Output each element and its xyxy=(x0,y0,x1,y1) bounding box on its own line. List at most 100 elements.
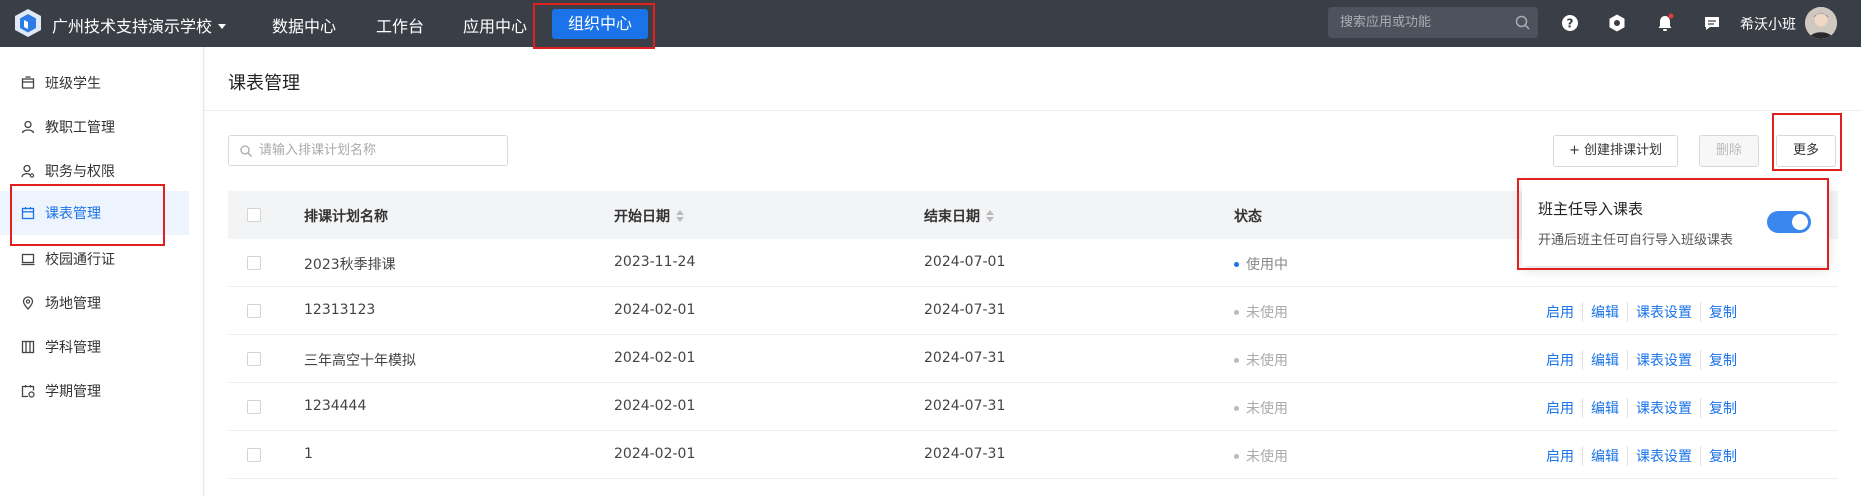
end-date: 2024-07-01 xyxy=(924,254,1006,270)
copy-link[interactable]: 复制 xyxy=(1700,350,1745,370)
message-icon[interactable] xyxy=(1702,13,1722,33)
status-dot xyxy=(1234,309,1239,315)
sidebar-item-label: 场地管理 xyxy=(45,296,101,312)
enable-link[interactable]: 启用 xyxy=(1546,350,1582,370)
enable-link[interactable]: 启用 xyxy=(1546,446,1582,466)
book-icon xyxy=(21,340,35,354)
top-bar: 广州技术支持演示学校 数据中心 工作台 应用中心 组织中心 搜索应用或功能 ? … xyxy=(0,0,1861,47)
row-checkbox[interactable] xyxy=(247,256,261,270)
schedule-settings-link[interactable]: 课表设置 xyxy=(1627,350,1700,370)
plan-name: 1234444 xyxy=(304,398,367,414)
nav-app-center[interactable]: 应用中心 xyxy=(463,13,527,37)
location-pin-icon xyxy=(22,296,34,310)
user-icon xyxy=(21,120,35,134)
help-icon[interactable]: ? xyxy=(1560,13,1580,33)
annotation-box-nav xyxy=(533,3,655,49)
edit-link[interactable]: 编辑 xyxy=(1582,350,1627,370)
global-search-input[interactable]: 搜索应用或功能 xyxy=(1328,7,1538,38)
create-plan-button[interactable]: + 创建排课计划 xyxy=(1553,135,1678,167)
status-badge: 未使用 xyxy=(1234,302,1288,322)
end-date: 2024-07-31 xyxy=(924,446,1006,462)
search-icon xyxy=(240,145,252,157)
main-panel: 课表管理 请输入排课计划名称 + 创建排课计划 删除 更多 排课计划名称 开始日… xyxy=(205,47,1861,496)
status-dot xyxy=(1234,453,1239,459)
bell-icon[interactable] xyxy=(1655,13,1675,33)
chevron-down-icon xyxy=(218,23,227,29)
svg-text:?: ? xyxy=(1567,17,1574,31)
row-actions: 启用 编辑 课表设置 复制 xyxy=(1546,302,1745,322)
table-row: 12313123 2024-02-01 2024-07-31 未使用 启用 编辑… xyxy=(228,287,1838,335)
sidebar-item-venues[interactable]: 场地管理 xyxy=(0,283,189,323)
school-switcher[interactable]: 广州技术支持演示学校 xyxy=(52,13,227,37)
filter-placeholder: 请输入排课计划名称 xyxy=(259,143,377,158)
calendar-clock-icon xyxy=(21,385,35,398)
table-row: 三年高空十年模拟 2024-02-01 2024-07-31 未使用 启用 编辑… xyxy=(228,335,1838,383)
sidebar-item-staff[interactable]: 教职工管理 xyxy=(0,107,189,147)
row-checkbox[interactable] xyxy=(247,304,261,318)
sidebar-item-terms[interactable]: 学期管理 xyxy=(0,371,189,411)
school-name: 广州技术支持演示学校 xyxy=(52,17,213,36)
annotation-box-popover xyxy=(1517,178,1829,270)
enable-link[interactable]: 启用 xyxy=(1546,302,1582,322)
search-placeholder: 搜索应用或功能 xyxy=(1340,15,1432,30)
row-actions: 启用 编辑 课表设置 复制 xyxy=(1546,446,1745,466)
column-header-name: 排课计划名称 xyxy=(304,209,388,225)
status-dot xyxy=(1234,405,1239,411)
table-row: 1234444 2024-02-01 2024-07-31 未使用 启用 编辑 … xyxy=(228,383,1838,431)
sidebar-item-subjects[interactable]: 学科管理 xyxy=(0,327,189,367)
plan-search-input[interactable]: 请输入排课计划名称 xyxy=(228,135,508,166)
sidebar-item-label: 学期管理 xyxy=(45,384,101,400)
column-header-start-date[interactable]: 开始日期 xyxy=(614,206,684,226)
annotation-box-sidebar xyxy=(10,184,165,246)
edit-link[interactable]: 编辑 xyxy=(1582,446,1627,466)
app-logo-icon[interactable] xyxy=(14,8,42,38)
table-row: 1 2024-02-01 2024-07-31 未使用 启用 编辑 课表设置 复… xyxy=(228,431,1838,479)
plan-name: 1 xyxy=(304,446,313,462)
user-key-icon xyxy=(21,164,35,178)
status-badge: 未使用 xyxy=(1234,446,1288,466)
status-badge: 未使用 xyxy=(1234,350,1288,370)
enable-link[interactable]: 启用 xyxy=(1546,398,1582,418)
start-date: 2024-02-01 xyxy=(614,302,696,318)
username[interactable]: 希沃小班 xyxy=(1740,14,1796,34)
sidebar-item-label: 职务与权限 xyxy=(45,164,115,180)
sort-icon[interactable] xyxy=(676,210,684,222)
copy-link[interactable]: 复制 xyxy=(1700,302,1745,322)
search-icon xyxy=(1515,15,1530,30)
select-all-checkbox[interactable] xyxy=(247,208,261,222)
copy-link[interactable]: 复制 xyxy=(1700,398,1745,418)
plan-name: 12313123 xyxy=(304,302,376,318)
row-checkbox[interactable] xyxy=(247,352,261,366)
settings-icon[interactable] xyxy=(1607,13,1627,33)
schedule-settings-link[interactable]: 课表设置 xyxy=(1627,398,1700,418)
status-dot xyxy=(1234,357,1239,363)
status-badge: 未使用 xyxy=(1234,398,1288,418)
sort-icon[interactable] xyxy=(986,210,994,222)
annotation-box-more xyxy=(1772,113,1842,171)
sidebar-item-class-students[interactable]: 班级学生 xyxy=(0,63,189,103)
class-icon xyxy=(21,76,35,89)
nav-workbench[interactable]: 工作台 xyxy=(376,13,424,37)
sidebar-item-label: 教职工管理 xyxy=(45,120,115,136)
plan-name: 三年高空十年模拟 xyxy=(304,353,416,369)
column-header-end-date[interactable]: 结束日期 xyxy=(924,206,994,226)
end-date: 2024-07-31 xyxy=(924,350,1006,366)
start-date: 2024-02-01 xyxy=(614,398,696,414)
row-checkbox[interactable] xyxy=(247,448,261,462)
edit-link[interactable]: 编辑 xyxy=(1582,398,1627,418)
pass-card-icon xyxy=(21,253,35,266)
sidebar-item-label: 校园通行证 xyxy=(45,252,115,268)
copy-link[interactable]: 复制 xyxy=(1700,446,1745,466)
delete-button[interactable]: 删除 xyxy=(1699,135,1759,167)
nav-data-center[interactable]: 数据中心 xyxy=(272,13,336,37)
start-date: 2023-11-24 xyxy=(614,254,696,270)
column-header-status: 状态 xyxy=(1234,209,1262,225)
row-actions: 启用 编辑 课表设置 复制 xyxy=(1546,398,1745,418)
row-checkbox[interactable] xyxy=(247,400,261,414)
edit-link[interactable]: 编辑 xyxy=(1582,302,1627,322)
schedule-settings-link[interactable]: 课表设置 xyxy=(1627,446,1700,466)
schedule-settings-link[interactable]: 课表设置 xyxy=(1627,302,1700,322)
start-date: 2024-02-01 xyxy=(614,446,696,462)
avatar-image xyxy=(1805,7,1837,39)
avatar[interactable] xyxy=(1805,7,1837,39)
